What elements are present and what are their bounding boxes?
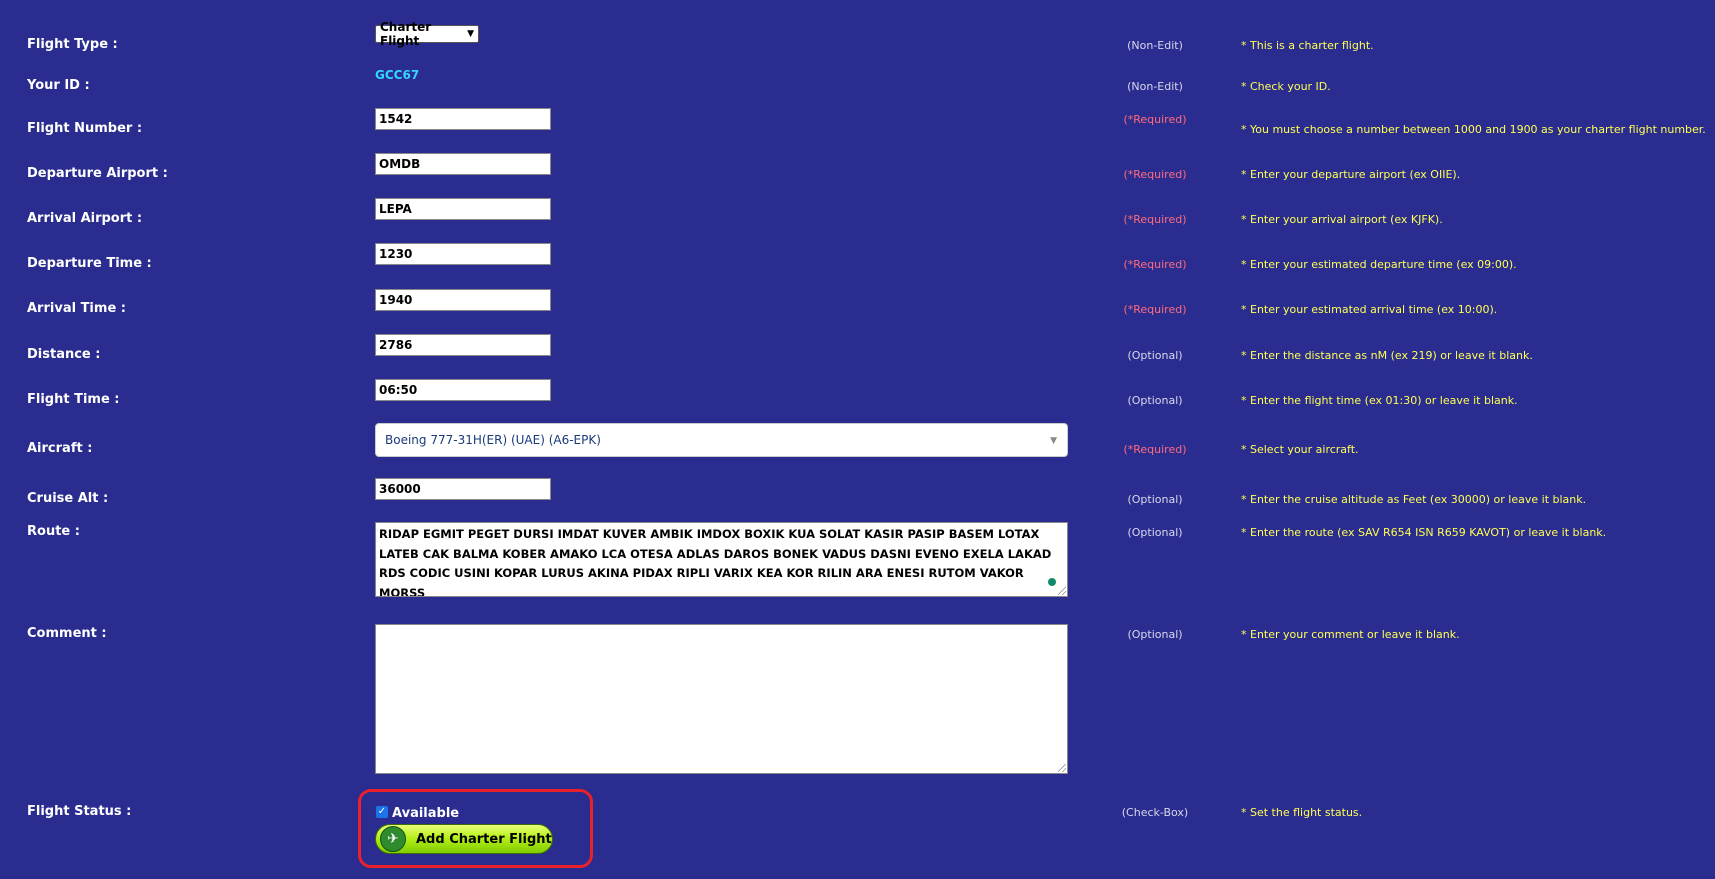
cruise-alt-status: (Optional) — [1127, 493, 1183, 506]
flight-time-input[interactable] — [375, 379, 551, 401]
departure-time-input[interactable] — [375, 243, 551, 265]
flight-status-status: (Check-Box) — [1121, 806, 1189, 819]
aircraft-status: (*Required) — [1123, 443, 1187, 456]
route-hint: * Enter the route (ex SAV R654 ISN R659 … — [1241, 526, 1607, 539]
aircraft-select[interactable]: Boeing 777-31H(ER) (UAE) (A6-EPK) ▼ — [375, 423, 1068, 457]
departure-airport-status: (*Required) — [1123, 168, 1187, 181]
add-charter-flight-button[interactable]: ✈ Add Charter Flight — [375, 824, 553, 854]
route-textarea[interactable]: RIDAP EGMIT PEGET DURSI IMDAT KUVER AMBI… — [375, 522, 1068, 597]
flight-time-label: Flight Time : — [27, 392, 120, 407]
arrival-time-label: Arrival Time : — [27, 301, 126, 316]
resize-handle-icon[interactable] — [1058, 764, 1066, 772]
departure-time-status: (*Required) — [1123, 258, 1187, 271]
departure-airport-hint: * Enter your departure airport (ex OIIE)… — [1241, 168, 1461, 181]
arrival-airport-status: (*Required) — [1123, 213, 1187, 226]
arrival-airport-label: Arrival Airport : — [27, 211, 143, 226]
flight-number-hint: * You must choose a number between 1000 … — [1241, 123, 1706, 136]
add-charter-flight-label: Add Charter Flight — [416, 831, 552, 847]
arrival-time-hint: * Enter your estimated arrival time (ex … — [1241, 303, 1498, 316]
aircraft-hint: * Select your aircraft. — [1241, 443, 1359, 456]
route-label: Route : — [27, 524, 80, 539]
your-id-label: Your ID : — [27, 78, 90, 93]
route-value: RIDAP EGMIT PEGET DURSI IMDAT KUVER AMBI… — [379, 527, 1052, 597]
arrival-time-input[interactable] — [375, 289, 551, 311]
flight-type-hint: * This is a charter flight. — [1241, 39, 1374, 52]
flight-number-status: (*Required) — [1123, 113, 1187, 126]
comment-status: (Optional) — [1127, 628, 1183, 641]
departure-time-label: Departure Time : — [27, 256, 152, 271]
departure-airport-input[interactable] — [375, 153, 551, 175]
distance-hint: * Enter the distance as nM (ex 219) or l… — [1241, 349, 1533, 362]
airplane-icon: ✈ — [380, 826, 406, 852]
arrival-airport-hint: * Enter your arrival airport (ex KJFK). — [1241, 213, 1443, 226]
departure-airport-label: Departure Airport : — [27, 166, 168, 181]
flight-number-input[interactable] — [375, 108, 551, 130]
arrival-time-status: (*Required) — [1123, 303, 1187, 316]
available-checkbox[interactable]: ✓ — [376, 806, 388, 818]
arrival-airport-input[interactable] — [375, 198, 551, 220]
cruise-alt-hint: * Enter the cruise altitude as Feet (ex … — [1241, 493, 1587, 506]
your-id-status: (Non-Edit) — [1127, 80, 1183, 93]
grammarly-dot-icon[interactable] — [1048, 578, 1056, 586]
flight-type-status: (Non-Edit) — [1127, 39, 1183, 52]
flight-type-label: Flight Type : — [27, 37, 118, 52]
flight-status-hint: * Set the flight status. — [1241, 806, 1363, 819]
comment-label: Comment : — [27, 626, 107, 641]
distance-input[interactable] — [375, 334, 551, 356]
cruise-alt-label: Cruise Alt : — [27, 491, 109, 506]
distance-label: Distance : — [27, 347, 101, 362]
aircraft-label: Aircraft : — [27, 441, 93, 456]
flight-type-select[interactable]: Charter Flight ▼ — [375, 20, 479, 48]
flight-type-value: Charter Flight — [380, 20, 432, 48]
your-id-hint: * Check your ID. — [1241, 80, 1331, 93]
comment-hint: * Enter your comment or leave it blank. — [1241, 628, 1460, 641]
flight-status-label: Flight Status : — [27, 804, 132, 819]
departure-time-hint: * Enter your estimated departure time (e… — [1241, 258, 1517, 271]
aircraft-value: Boeing 777-31H(ER) (UAE) (A6-EPK) — [385, 433, 601, 447]
available-checkbox-label: Available — [392, 806, 460, 821]
comment-textarea[interactable] — [375, 624, 1068, 774]
chevron-down-icon: ▼ — [467, 29, 474, 39]
distance-status: (Optional) — [1127, 349, 1183, 362]
route-status: (Optional) — [1127, 526, 1183, 539]
chevron-down-icon: ▼ — [1050, 436, 1057, 446]
flight-time-hint: * Enter the flight time (ex 01:30) or le… — [1241, 394, 1518, 407]
resize-handle-icon[interactable] — [1058, 587, 1066, 595]
flight-time-status: (Optional) — [1127, 394, 1183, 407]
cruise-alt-input[interactable] — [375, 478, 551, 500]
flight-number-label: Flight Number : — [27, 121, 143, 136]
your-id-value: GCC67 — [375, 68, 420, 82]
